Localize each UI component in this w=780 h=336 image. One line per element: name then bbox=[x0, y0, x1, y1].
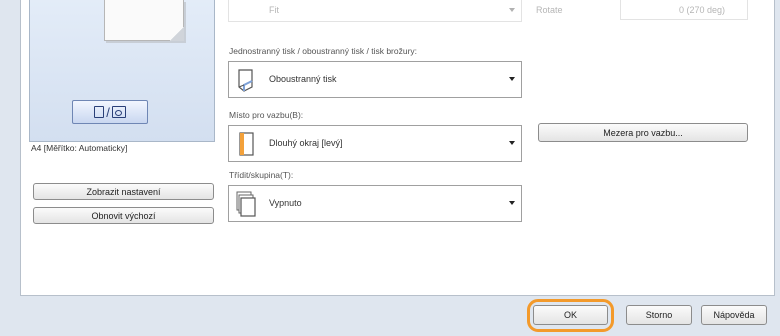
restore-defaults-button[interactable]: Obnovit výchozí bbox=[33, 207, 214, 224]
binding-location-dropdown[interactable]: Dlouhý okraj [levý] bbox=[228, 125, 522, 162]
rotate-value: 0 (270 deg) bbox=[679, 5, 726, 15]
single-page-icon bbox=[94, 106, 105, 118]
show-settings-button[interactable]: Zobrazit nastavení bbox=[33, 183, 214, 200]
binding-margin-button[interactable]: Mezera pro vazbu... bbox=[538, 123, 748, 142]
chevron-down-icon bbox=[509, 77, 515, 81]
rotate-label: Rotate bbox=[536, 5, 563, 15]
ok-button[interactable]: OK bbox=[533, 305, 608, 325]
page-size-label: A4 [Měřítko: Automaticky] bbox=[31, 143, 128, 153]
binding-edge-icon bbox=[239, 132, 254, 156]
paper-dropdown[interactable]: Fit bbox=[228, 0, 522, 22]
chevron-down-icon bbox=[509, 141, 515, 145]
chevron-down-icon bbox=[509, 201, 515, 205]
print-mode-dropdown[interactable]: Oboustranný tisk bbox=[228, 61, 522, 98]
print-mode-value: Oboustranný tisk bbox=[269, 74, 337, 84]
cancel-button[interactable]: Storno bbox=[626, 305, 692, 325]
binding-location-value: Dlouhý okraj [levý] bbox=[269, 138, 343, 148]
collate-dropdown[interactable]: Vypnuto bbox=[228, 185, 522, 222]
rotate-field[interactable]: 0 (270 deg) bbox=[620, 0, 748, 20]
duplex-page-icon bbox=[238, 69, 253, 92]
single-duplex-toggle-button[interactable]: / bbox=[72, 100, 148, 124]
paper-preview-icon bbox=[104, 0, 184, 41]
binding-location-label: Místo pro vazbu(B): bbox=[229, 110, 304, 120]
collate-off-icon bbox=[236, 191, 256, 217]
chevron-down-icon bbox=[509, 8, 515, 12]
collate-label: Třídit/skupina(T): bbox=[229, 170, 294, 180]
print-preview: / bbox=[29, 0, 215, 142]
help-button[interactable]: Nápověda bbox=[701, 305, 767, 325]
paper-value: Fit bbox=[269, 5, 279, 15]
duplex-page-icon bbox=[111, 106, 126, 118]
print-mode-label: Jednostranný tisk / oboustranný tisk / t… bbox=[229, 46, 418, 56]
collate-value: Vypnuto bbox=[269, 198, 302, 208]
